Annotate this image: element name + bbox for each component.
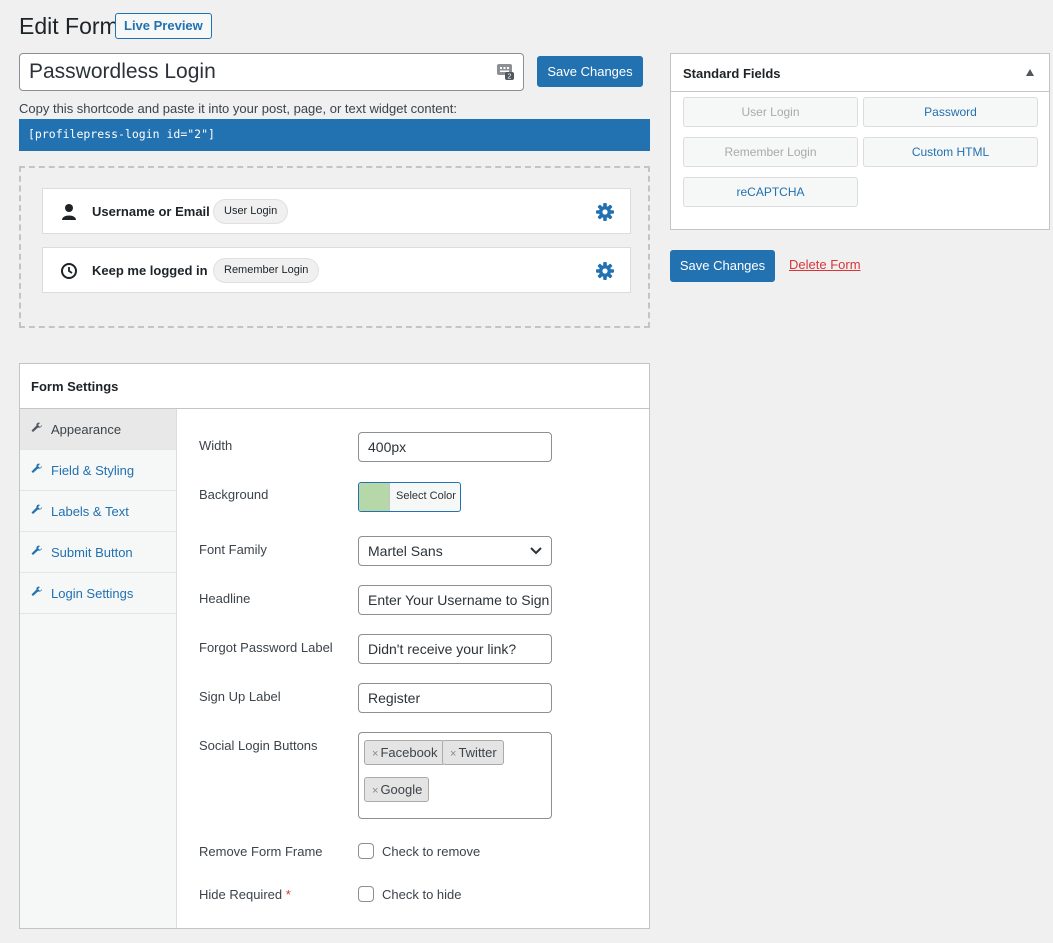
select-color-label: Select Color (396, 490, 456, 502)
remove-frame-checkbox[interactable] (358, 843, 374, 859)
std-field-custom-html[interactable]: Custom HTML (863, 137, 1038, 167)
clock-icon (61, 263, 77, 279)
tab-login-settings[interactable]: Login Settings (20, 573, 176, 614)
tag-google[interactable]: × Google (364, 777, 430, 802)
standard-fields-panel: Standard Fields User Login Password Reme… (670, 53, 1050, 230)
live-preview-button[interactable]: Live Preview (115, 13, 212, 39)
signup-label: Sign Up Label (199, 689, 281, 704)
std-field-user-login[interactable]: User Login (683, 97, 858, 127)
signup-input[interactable]: Register (358, 683, 552, 713)
tab-field-styling[interactable]: Field & Styling (20, 450, 176, 491)
field-badge: User Login (213, 199, 289, 224)
collapse-arrow-icon[interactable] (1026, 69, 1034, 76)
field-label: Username or Email (92, 204, 210, 219)
remove-frame-label: Remove Form Frame (199, 844, 323, 859)
form-settings-title: Form Settings (20, 364, 649, 409)
builder-field-row[interactable]: Username or Email User Login (42, 188, 631, 234)
tag-twitter[interactable]: × Twitter (442, 740, 504, 765)
field-badge: Remember Login (213, 258, 320, 283)
user-icon (62, 204, 76, 220)
delete-form-link[interactable]: Delete Form (789, 257, 861, 272)
social-login-label: Social Login Buttons (199, 738, 318, 753)
hide-required-cb-label: Check to hide (382, 887, 462, 902)
social-login-select[interactable]: × Facebook × Twitter × Google (358, 732, 552, 819)
background-label: Background (199, 487, 269, 502)
form-settings-panel: Form Settings Appearance Field & Styling… (19, 363, 650, 929)
page-title: Edit Form (19, 13, 119, 39)
width-input[interactable]: 400px (358, 432, 552, 462)
shortcode-hint: Copy this shortcode and paste it into yo… (19, 101, 457, 116)
wrench-icon (31, 463, 42, 473)
required-star: * (285, 887, 291, 902)
settings-tabs: Appearance Field & Styling Labels & Text… (20, 409, 177, 928)
wrench-icon (31, 545, 42, 555)
tab-appearance[interactable]: Appearance (20, 409, 176, 450)
shortcode-box[interactable]: [profilepress-login id="2"] (19, 119, 650, 151)
tab-labels-text[interactable]: Labels & Text (20, 491, 176, 532)
font-family-label: Font Family (199, 542, 267, 557)
std-field-recaptcha[interactable]: reCAPTCHA (683, 177, 858, 207)
keyboard-icon[interactable]: 2 (497, 63, 514, 80)
form-builder-area: Username or Email User Login Keep me log… (19, 166, 650, 328)
field-label: Keep me logged in (92, 263, 208, 278)
save-changes-side-button[interactable]: Save Changes (670, 250, 775, 282)
wrench-icon (31, 504, 42, 514)
standard-fields-title: Standard Fields (683, 66, 781, 81)
tag-facebook[interactable]: × Facebook (364, 740, 445, 765)
form-name-input[interactable]: Passwordless Login 2 (19, 53, 524, 91)
forgot-password-label: Forgot Password Label (199, 640, 333, 655)
remove-frame-cb-label: Check to remove (382, 844, 481, 859)
width-label: Width (199, 438, 233, 453)
svg-text:2: 2 (508, 74, 512, 81)
font-family-select[interactable]: Martel Sans (358, 536, 552, 566)
hide-required-checkbox[interactable] (358, 886, 374, 902)
std-field-password[interactable]: Password (863, 97, 1038, 127)
form-name-value: Passwordless Login (29, 60, 216, 83)
background-color-picker[interactable]: Select Color (358, 482, 461, 512)
tab-submit-button[interactable]: Submit Button (20, 532, 176, 573)
wrench-icon (31, 586, 42, 596)
headline-label: Headline (199, 591, 251, 606)
save-changes-button[interactable]: Save Changes (537, 56, 643, 87)
gear-icon[interactable] (596, 262, 614, 280)
remove-tag-icon[interactable]: × (372, 748, 378, 760)
remove-tag-icon[interactable]: × (450, 748, 456, 760)
headline-input[interactable]: Enter Your Username to Sign In (358, 585, 552, 615)
builder-field-row[interactable]: Keep me logged in Remember Login (42, 247, 631, 293)
standard-fields-header[interactable]: Standard Fields (671, 54, 1049, 92)
hide-required-label: Hide Required * (199, 887, 291, 902)
std-field-remember-login[interactable]: Remember Login (683, 137, 858, 167)
remove-tag-icon[interactable]: × (372, 785, 378, 797)
wrench-icon (31, 422, 42, 432)
chevron-down-icon (530, 547, 542, 555)
gear-icon[interactable] (596, 203, 614, 221)
color-swatch (359, 483, 390, 511)
forgot-password-input[interactable]: Didn't receive your link? (358, 634, 552, 664)
